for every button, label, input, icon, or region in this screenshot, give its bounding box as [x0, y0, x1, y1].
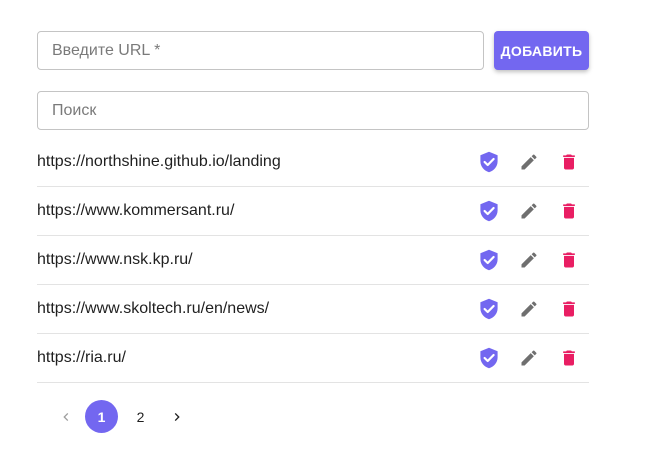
edit-pencil-icon[interactable] — [509, 240, 549, 280]
next-page-chevron-right-icon[interactable] — [160, 400, 193, 433]
list-item: https://northshine.github.io/landing — [37, 138, 589, 187]
url-manager: ДОБАВИТЬ https://northshine.github.io/la… — [0, 0, 648, 451]
delete-trash-icon[interactable] — [549, 289, 589, 329]
add-button[interactable]: ДОБАВИТЬ — [494, 31, 589, 70]
list-item: https://www.kommersant.ru/ — [37, 187, 589, 236]
edit-pencil-icon[interactable] — [509, 338, 549, 378]
url-list: https://northshine.github.io/landing htt… — [37, 138, 589, 383]
delete-trash-icon[interactable] — [549, 191, 589, 231]
list-item: https://www.skoltech.ru/en/news/ — [37, 285, 589, 334]
edit-pencil-icon[interactable] — [509, 191, 549, 231]
row-actions — [469, 138, 589, 186]
delete-trash-icon[interactable] — [549, 142, 589, 182]
url-input-container — [37, 31, 484, 70]
verified-shield-icon[interactable] — [469, 142, 509, 182]
search-input[interactable] — [38, 92, 588, 129]
verified-shield-icon[interactable] — [469, 191, 509, 231]
delete-trash-icon[interactable] — [549, 240, 589, 280]
verified-shield-icon[interactable] — [469, 240, 509, 280]
pagination: 1 2 — [49, 400, 193, 433]
verified-shield-icon[interactable] — [469, 289, 509, 329]
page-button-1[interactable]: 1 — [85, 400, 118, 433]
row-actions — [469, 187, 589, 235]
delete-trash-icon[interactable] — [549, 338, 589, 378]
edit-pencil-icon[interactable] — [509, 289, 549, 329]
row-actions — [469, 285, 589, 333]
row-actions — [469, 236, 589, 284]
list-item: https://www.nsk.kp.ru/ — [37, 236, 589, 285]
url-input[interactable] — [38, 32, 483, 69]
page-button-2[interactable]: 2 — [124, 400, 157, 433]
row-actions — [469, 334, 589, 382]
verified-shield-icon[interactable] — [469, 338, 509, 378]
prev-page-chevron-left-icon[interactable] — [49, 400, 82, 433]
edit-pencil-icon[interactable] — [509, 142, 549, 182]
search-container — [37, 91, 589, 130]
list-item: https://ria.ru/ — [37, 334, 589, 383]
